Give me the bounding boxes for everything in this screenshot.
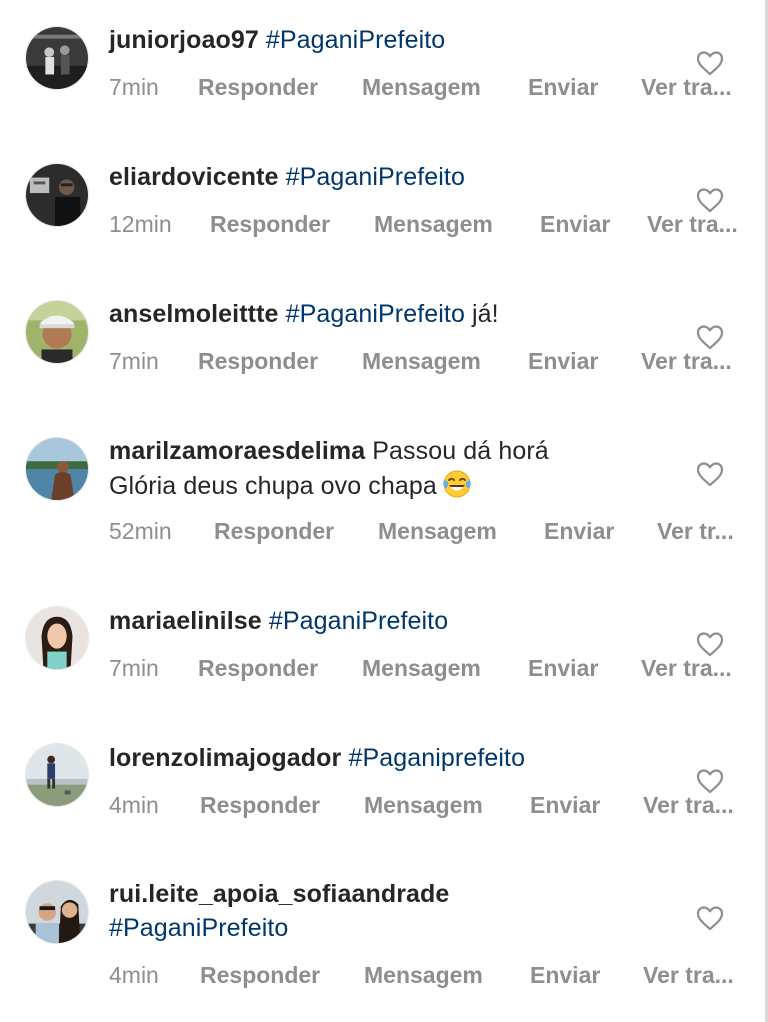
comment-username[interactable]: eliardovicente [109, 163, 279, 191]
comment-username[interactable]: rui.leite_apoia_sofiaandrade [109, 880, 449, 908]
send-button[interactable]: Enviar [528, 651, 598, 685]
send-button[interactable]: Enviar [544, 514, 614, 548]
send-button[interactable]: Enviar [528, 70, 598, 104]
message-button[interactable]: Mensagem [362, 651, 481, 685]
comment-meta: 7min Responder Mensagem Enviar Ver tra..… [109, 651, 749, 685]
heart-icon[interactable] [696, 905, 724, 931]
comment-time: 52min [109, 518, 172, 544]
comment-time: 4min [109, 792, 159, 818]
comment-meta: 52min Responder Mensagem Enviar Ver tr..… [109, 514, 749, 548]
comment-body: eliardovicente #PaganiPrefeito [109, 160, 669, 194]
avatar-photo-icon [26, 881, 88, 943]
comment-meta: 7min Responder Mensagem Enviar Ver tra..… [109, 70, 749, 104]
reply-button[interactable]: Responder [198, 651, 318, 685]
comment-meta: 12min Responder Mensagem Enviar Ver tra.… [109, 207, 749, 241]
heart-icon[interactable] [696, 187, 724, 213]
comments-list: juniorjoao97 #PaganiPrefeito 7min Respon… [0, 0, 768, 1022]
comment-hashtag[interactable]: #Paganiprefeito [348, 744, 525, 772]
comment-meta: 7min Responder Mensagem Enviar Ver tra..… [109, 344, 749, 378]
avatar[interactable] [25, 606, 89, 670]
comment-body: marilzamoraesdelima Passou dá horá Glóri… [109, 434, 669, 503]
comment-hashtag[interactable]: #PaganiPrefeito [286, 300, 465, 328]
avatar-photo-icon [26, 607, 88, 669]
comment-username[interactable]: mariaelinilse [109, 607, 262, 635]
reply-button[interactable]: Responder [200, 958, 320, 992]
comment-text: Glória deus chupa ovo chapa [109, 472, 437, 500]
comment-time: 12min [109, 211, 172, 237]
reply-button[interactable]: Responder [198, 344, 318, 378]
comment-hashtag[interactable]: #PaganiPrefeito [109, 914, 288, 942]
comment-hashtag[interactable]: #PaganiPrefeito [269, 607, 448, 635]
heart-icon[interactable] [696, 768, 724, 794]
comment-hashtag[interactable]: #PaganiPrefeito [266, 26, 445, 54]
comment-body: lorenzolimajogador #Paganiprefeito [109, 741, 669, 775]
comment-time: 7min [109, 655, 159, 681]
avatar[interactable] [25, 880, 89, 944]
comment-username[interactable]: marilzamoraesdelima [109, 437, 365, 465]
comment-meta: 4min Responder Mensagem Enviar Ver tra..… [109, 958, 749, 992]
avatar[interactable] [25, 743, 89, 807]
message-button[interactable]: Mensagem [362, 70, 481, 104]
comment-text: já! [464, 300, 499, 328]
heart-icon[interactable] [696, 50, 724, 76]
comment-body: anselmoleittte #PaganiPrefeito já! [109, 297, 669, 331]
avatar[interactable] [25, 163, 89, 227]
avatar-photo-icon [26, 301, 88, 363]
comment-meta: 4min Responder Mensagem Enviar Ver tra..… [109, 788, 749, 822]
comment-time: 7min [109, 348, 159, 374]
avatar[interactable] [25, 26, 89, 90]
send-button[interactable]: Enviar [530, 958, 600, 992]
avatar-photo-icon [26, 744, 88, 806]
avatar-photo-icon [26, 438, 88, 500]
reply-button[interactable]: Responder [210, 207, 330, 241]
heart-icon[interactable] [696, 324, 724, 350]
heart-icon[interactable] [696, 631, 724, 657]
comment-username[interactable]: juniorjoao97 [109, 26, 259, 54]
send-button[interactable]: Enviar [540, 207, 610, 241]
comment-hashtag[interactable]: #PaganiPrefeito [286, 163, 465, 191]
comment-time: 4min [109, 962, 159, 988]
avatar-photo-icon [26, 27, 88, 89]
message-button[interactable]: Mensagem [374, 207, 493, 241]
reply-button[interactable]: Responder [214, 514, 334, 548]
send-button[interactable]: Enviar [530, 788, 600, 822]
comment-body: rui.leite_apoia_sofiaandrade #PaganiPref… [109, 877, 669, 945]
message-button[interactable]: Mensagem [364, 958, 483, 992]
send-button[interactable]: Enviar [528, 344, 598, 378]
translate-button[interactable]: Ver tra... [647, 207, 738, 241]
avatar[interactable] [25, 300, 89, 364]
comment-username[interactable]: lorenzolimajogador [109, 744, 341, 772]
heart-icon[interactable] [696, 461, 724, 487]
reply-button[interactable]: Responder [200, 788, 320, 822]
comment-time: 7min [109, 74, 159, 100]
face-with-tears-of-joy-icon [443, 470, 471, 498]
comment-text: Passou dá horá [372, 437, 549, 465]
message-button[interactable]: Mensagem [378, 514, 497, 548]
translate-button[interactable]: Ver tra... [643, 958, 734, 992]
comment-body: juniorjoao97 #PaganiPrefeito [109, 23, 669, 57]
comment-username[interactable]: anselmoleittte [109, 300, 279, 328]
message-button[interactable]: Mensagem [362, 344, 481, 378]
comment-body: mariaelinilse #PaganiPrefeito [109, 604, 669, 638]
message-button[interactable]: Mensagem [364, 788, 483, 822]
avatar[interactable] [25, 437, 89, 501]
avatar-photo-icon [26, 164, 88, 226]
translate-button[interactable]: Ver tr... [657, 514, 734, 548]
reply-button[interactable]: Responder [198, 70, 318, 104]
